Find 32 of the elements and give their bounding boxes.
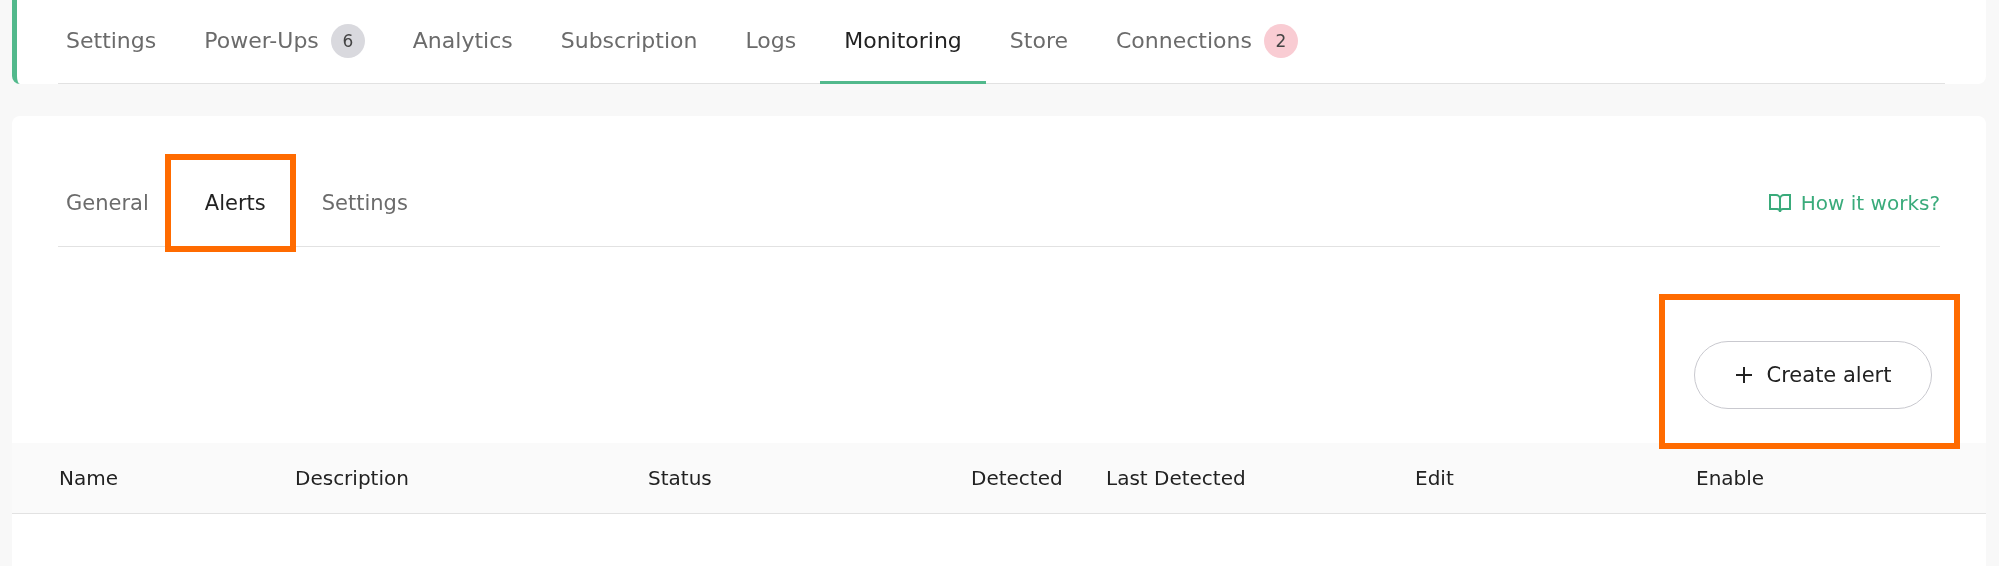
column-header: Status bbox=[648, 466, 713, 490]
tab-label: Power-Ups bbox=[204, 28, 319, 53]
column-header: Last Detected bbox=[1106, 466, 1247, 490]
column-header: Name bbox=[59, 466, 119, 490]
tab-label: Analytics bbox=[412, 28, 513, 53]
sub-tab[interactable]: General bbox=[66, 160, 177, 246]
sub-tab[interactable]: Alerts bbox=[176, 160, 294, 246]
plus-icon bbox=[1734, 366, 1753, 384]
count-badge: 2 bbox=[1263, 23, 1298, 58]
tab-label: Logs bbox=[745, 28, 797, 53]
column-header: Detected bbox=[971, 466, 1064, 490]
column-header: Description bbox=[295, 466, 410, 490]
tab-label: Connections bbox=[1116, 28, 1252, 53]
column-header: Edit bbox=[1415, 466, 1455, 490]
nav-tab[interactable]: Connections 2 bbox=[1092, 0, 1322, 84]
column-header: Enable bbox=[1696, 466, 1766, 490]
nav-tab[interactable]: Analytics bbox=[388, 0, 537, 84]
tab-label: Monitoring bbox=[844, 28, 962, 53]
tab-label: Store bbox=[1009, 28, 1068, 53]
nav-tab[interactable]: Power-Ups 6 bbox=[180, 0, 389, 84]
create-alert-button[interactable]: Create alert bbox=[1694, 341, 1932, 409]
count-badge: 6 bbox=[330, 23, 365, 58]
tab-label: Subscription bbox=[560, 28, 698, 53]
nav-tab[interactable]: Monitoring bbox=[820, 0, 986, 84]
nav-tab[interactable]: Settings bbox=[58, 0, 181, 84]
book-icon bbox=[1768, 193, 1791, 213]
nav-tab[interactable]: Logs bbox=[721, 0, 821, 84]
help-link[interactable]: How it works? bbox=[1768, 191, 1940, 215]
nav-tab[interactable]: Store bbox=[985, 0, 1092, 84]
nav-tab[interactable]: Subscription bbox=[536, 0, 722, 84]
tab-label: Settings bbox=[66, 28, 157, 53]
sub-tab[interactable]: Settings bbox=[293, 160, 436, 246]
